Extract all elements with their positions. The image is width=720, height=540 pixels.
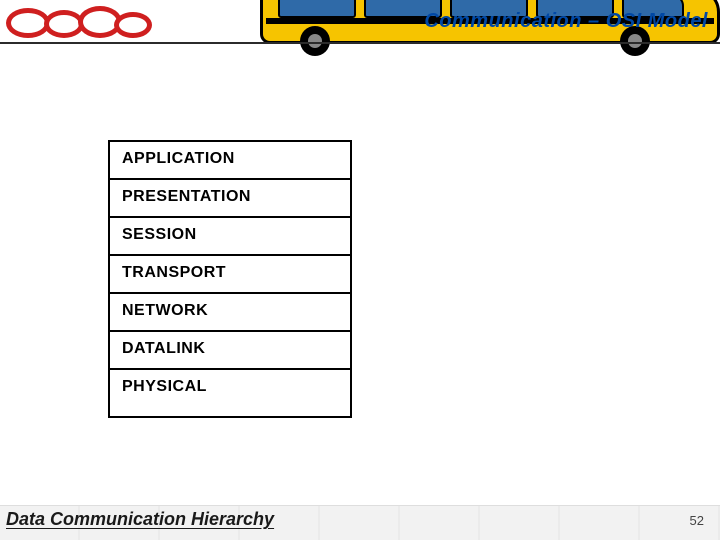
osi-layer: APPLICATION <box>110 142 350 180</box>
osi-layer: SESSION <box>110 218 350 256</box>
osi-layer: PRESENTATION <box>110 180 350 218</box>
page-number: 52 <box>690 513 704 528</box>
osi-layer-stack: APPLICATION PRESENTATION SESSION TRANSPO… <box>108 140 352 418</box>
osi-layer: DATALINK <box>110 332 350 370</box>
page-title: Communication – OSI Model <box>424 10 708 33</box>
red-decoration <box>0 6 180 42</box>
osi-layer: PHYSICAL <box>110 370 350 416</box>
osi-layer: NETWORK <box>110 294 350 332</box>
osi-layer: TRANSPORT <box>110 256 350 294</box>
header-rule <box>0 42 720 44</box>
footer-caption: Data Communication Hierarchy <box>6 509 274 530</box>
